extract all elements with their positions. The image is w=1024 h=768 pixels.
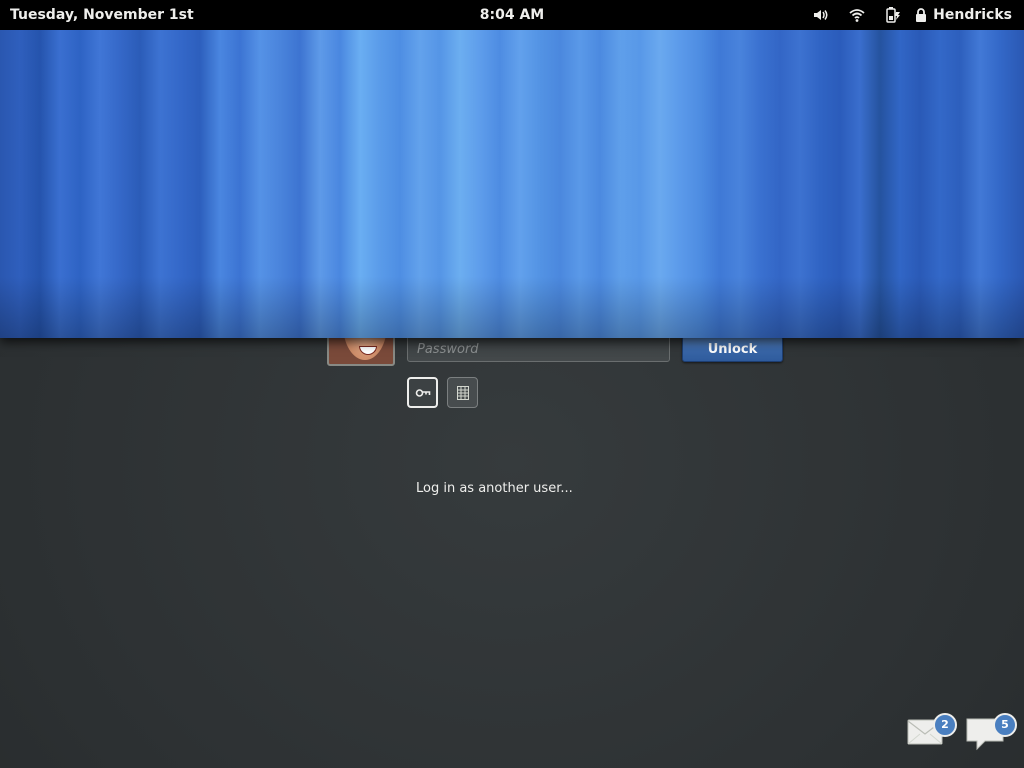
lock-screen: Tuesday, November 1st 8:04 AM Hendricks … (0, 0, 1024, 768)
unlock-label: Unlock (707, 342, 758, 357)
volume-icon[interactable] (812, 6, 830, 24)
password-placeholder: Password (417, 342, 479, 357)
top-bar: Tuesday, November 1st 8:04 AM Hendricks (0, 0, 1024, 30)
user-menu[interactable]: Hendricks (915, 7, 1012, 23)
wifi-icon[interactable] (848, 6, 866, 24)
auth-method-key-button[interactable] (407, 377, 438, 408)
mail-count-badge: 2 (933, 713, 957, 737)
keypad-icon (456, 385, 469, 400)
auth-method-keypad-button[interactable] (447, 377, 478, 408)
password-input[interactable]: Password (407, 334, 670, 362)
key-icon (415, 388, 430, 397)
clock: 8:04 AM (0, 7, 1024, 23)
lock-curtain[interactable] (0, 30, 1024, 338)
mail-notification[interactable]: 2 (906, 713, 957, 751)
lock-icon (916, 8, 927, 22)
clock-time[interactable]: 8:04 AM (480, 7, 544, 23)
chat-notification[interactable]: 5 (965, 713, 1017, 759)
log-in-as-another-user-link[interactable]: Log in as another user... (416, 481, 573, 496)
unlock-button[interactable]: Unlock (682, 336, 783, 362)
user-name: Hendricks (933, 7, 1012, 23)
battery-icon[interactable] (884, 6, 902, 24)
chat-count-badge: 5 (993, 713, 1017, 737)
